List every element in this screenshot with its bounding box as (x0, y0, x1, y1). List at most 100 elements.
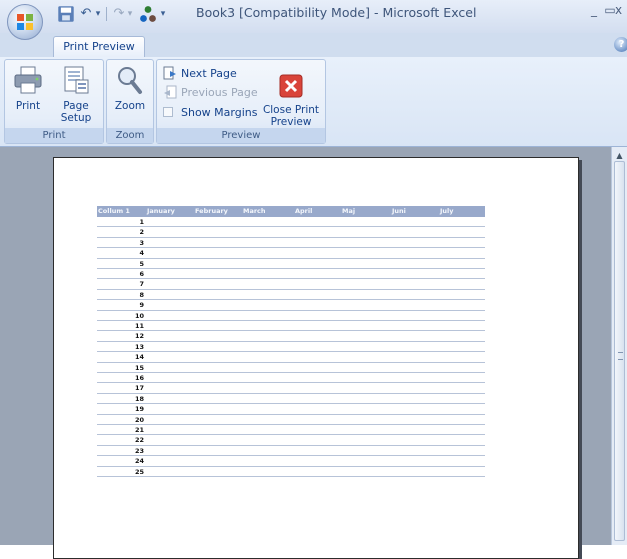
print-button-label: Print (15, 100, 41, 112)
zoom-group: Zoom Zoom (106, 59, 154, 144)
table-row: 6 (97, 269, 485, 280)
row-number: 14 (134, 353, 144, 362)
table-row: 20 (97, 415, 485, 425)
header-cell: January (147, 207, 175, 215)
row-number: 15 (134, 363, 144, 372)
scroll-up-arrow-icon[interactable]: ▲ (614, 150, 625, 161)
share-workbook-icon[interactable] (139, 5, 157, 23)
tab-print-preview[interactable]: Print Preview (53, 36, 145, 58)
table-row: 9 (97, 300, 485, 311)
ribbon-tab-strip: Print Preview ? (0, 33, 627, 58)
row-number: 25 (134, 467, 144, 476)
magnifier-icon (118, 67, 142, 94)
row-number: 17 (134, 384, 144, 393)
row-number: 12 (134, 332, 144, 341)
table-row: 12 (97, 331, 485, 342)
close-print-preview-label: Close Print Preview (262, 104, 320, 128)
row-number: 22 (134, 436, 144, 445)
page-setup-button-label: Page Setup (60, 100, 92, 124)
close-window-button[interactable]: x (615, 3, 627, 17)
previous-page-button[interactable]: Previous Page (163, 84, 258, 102)
table-row: 19 (97, 404, 485, 415)
next-page-icon (163, 66, 176, 80)
row-number: 1 (139, 218, 144, 226)
row-number: 19 (134, 405, 144, 414)
title-bar: ↶ ▾ ↷ ▾ ▾ Book3 [Compatibility Mode] - M… (0, 0, 627, 40)
row-number: 23 (134, 446, 144, 455)
row-number: 20 (134, 415, 144, 424)
undo-dropdown-icon[interactable]: ▾ (93, 5, 103, 23)
row-number: 16 (134, 374, 144, 382)
row-number: 24 (134, 457, 144, 466)
table-row: 8 (97, 290, 485, 301)
close-print-preview-button[interactable]: Close Print Preview (261, 62, 321, 128)
header-cell: April (295, 207, 313, 215)
table-row: 2 (97, 227, 485, 238)
table-row: 3 (97, 238, 485, 249)
office-button[interactable] (7, 4, 43, 40)
row-number: 10 (134, 311, 144, 320)
table-row: 15 (97, 363, 485, 373)
row-number: 18 (134, 394, 144, 403)
customize-qat-icon[interactable]: ▾ (158, 5, 168, 23)
row-number: 8 (139, 290, 144, 299)
print-preview-area: Collum 1 January February March April Ma… (0, 147, 611, 559)
help-icon[interactable]: ? (614, 37, 627, 52)
page-setup-button[interactable]: Page Setup (53, 62, 99, 126)
table-row: 1 (97, 217, 485, 228)
preview-group: Next Page Previous Page Show Margins Clo… (156, 59, 326, 144)
table-row: 21 (97, 425, 485, 436)
close-red-icon (279, 74, 303, 98)
row-number: 2 (139, 228, 144, 237)
qat-separator (106, 7, 107, 21)
table-row: 25 (97, 467, 485, 477)
print-group-label: Print (5, 128, 103, 143)
table-row: 14 (97, 352, 485, 363)
table-row: 17 (97, 383, 485, 394)
office-logo-icon (17, 14, 33, 30)
preview-group-label: Preview (157, 128, 325, 143)
header-cell: March (243, 207, 266, 215)
show-margins-checkbox[interactable]: Show Margins (163, 104, 257, 122)
row-number: 5 (139, 259, 144, 268)
row-number: 21 (134, 426, 144, 434)
save-icon[interactable] (57, 5, 75, 23)
table-row: 18 (97, 394, 485, 405)
row-number: 9 (139, 301, 144, 310)
table-row: 24 (97, 456, 485, 467)
header-cell: Collum 1 (98, 207, 130, 215)
row-number: 7 (139, 280, 144, 289)
table-row: 7 (97, 279, 485, 290)
previous-page-label: Previous Page (181, 86, 258, 99)
row-number: 4 (139, 249, 144, 258)
row-number: 11 (134, 322, 144, 330)
header-cell: Juni (392, 207, 406, 215)
scrollbar-grip (618, 352, 623, 360)
zoom-button[interactable]: Zoom (109, 62, 151, 126)
header-cell: February (195, 207, 228, 215)
zoom-group-label: Zoom (107, 128, 153, 143)
table-row: 16 (97, 373, 485, 384)
redo-dropdown-icon[interactable]: ▾ (125, 5, 135, 23)
next-page-button[interactable]: Next Page (163, 65, 237, 83)
window-title: Book3 [Compatibility Mode] - Microsoft E… (196, 5, 477, 20)
scrollbar-thumb[interactable] (614, 161, 625, 541)
next-page-label: Next Page (181, 67, 237, 80)
header-cell: Maj (342, 207, 356, 215)
preview-page: Collum 1 January February March April Ma… (53, 157, 579, 559)
zoom-button-label: Zoom (114, 100, 146, 112)
table-row: 4 (97, 248, 485, 259)
print-button[interactable]: Print (7, 62, 49, 126)
ribbon: Print Page Setup Print Zoom Zoom Next Pa… (0, 57, 627, 147)
table-row: 10 (97, 311, 485, 321)
table-row: 22 (97, 435, 485, 446)
show-margins-label: Show Margins (181, 106, 258, 119)
header-cell: July (440, 207, 454, 215)
row-number: 3 (139, 238, 144, 247)
table-row: 13 (97, 342, 485, 353)
table-row: 11 (97, 321, 485, 332)
page-setup-icon (64, 66, 89, 94)
vertical-scrollbar[interactable]: ▲ (611, 147, 627, 545)
previous-page-icon (164, 85, 177, 99)
table-row: 23 (97, 446, 485, 457)
